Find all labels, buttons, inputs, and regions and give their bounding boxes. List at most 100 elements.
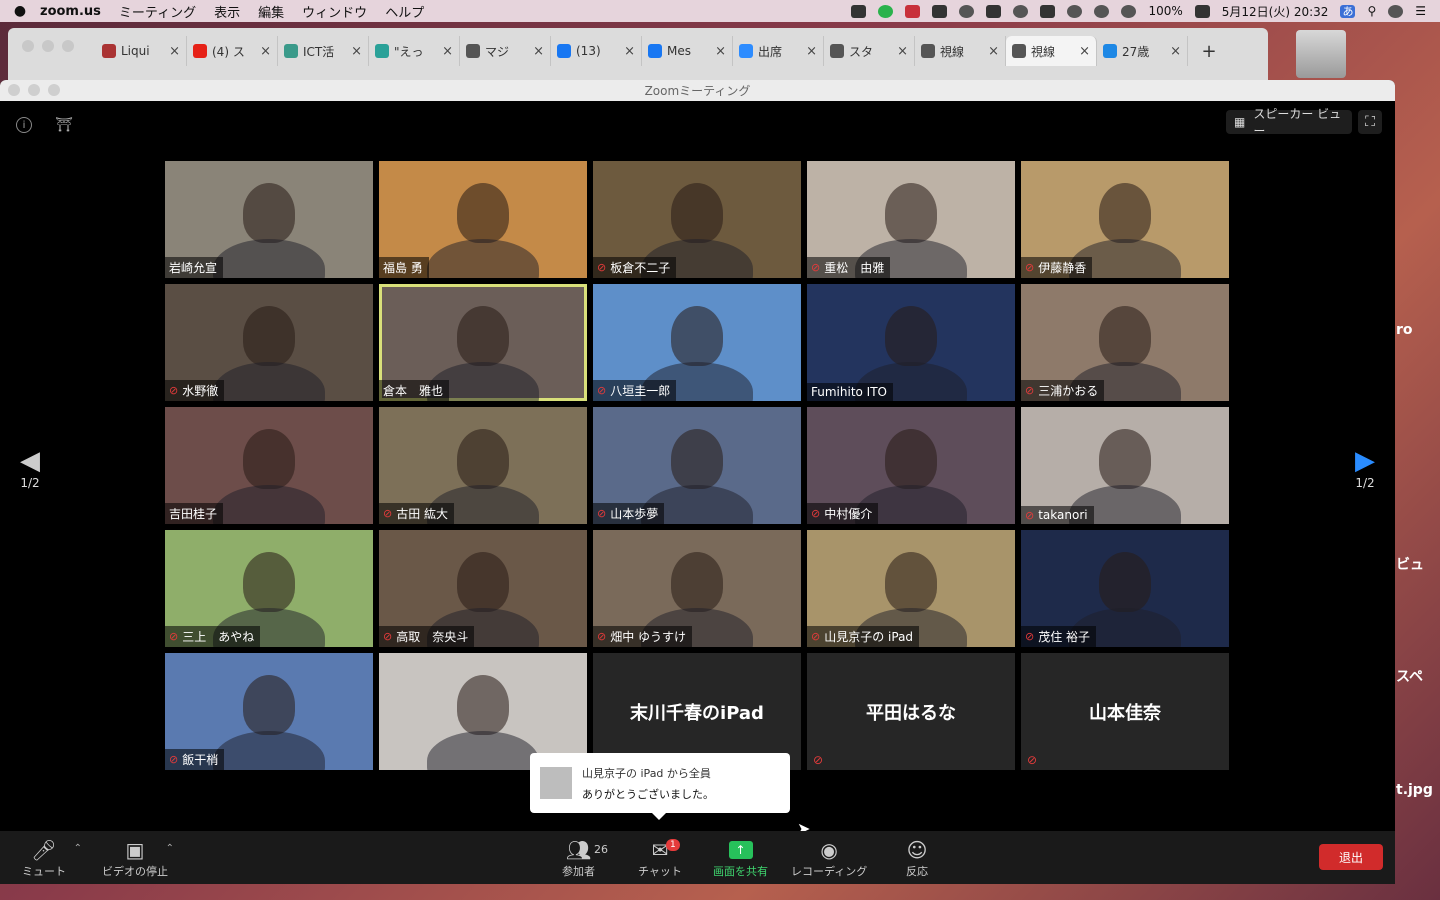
video-tile[interactable]: 山本佳奈 ⊘ bbox=[1021, 653, 1229, 770]
close-icon[interactable]: × bbox=[624, 44, 635, 59]
desktop-label[interactable]: ro bbox=[1396, 322, 1413, 338]
video-tile[interactable]: ⊘ 三上 あやね bbox=[165, 530, 373, 647]
speaker-view-button[interactable]: ▦ スピーカー ビュー bbox=[1226, 107, 1352, 138]
browser-tab[interactable]: 出席 × bbox=[733, 36, 824, 66]
close-icon[interactable]: × bbox=[806, 44, 817, 59]
browser-tab[interactable]: Mes × bbox=[642, 36, 733, 66]
video-tile[interactable]: ⊘ 飯干梢 bbox=[165, 653, 373, 770]
close-icon[interactable]: × bbox=[897, 44, 908, 59]
menu-meeting[interactable]: ミーティング bbox=[119, 2, 196, 21]
chat-button[interactable]: ✉ 1 チャット bbox=[638, 837, 682, 879]
spotlight-icon[interactable]: ⚲ bbox=[1367, 4, 1376, 18]
accessibility-icon[interactable] bbox=[1013, 4, 1029, 18]
camera-icon[interactable] bbox=[986, 4, 1002, 18]
battery-icon[interactable] bbox=[1194, 4, 1210, 18]
reactions-button[interactable]: ☺ 反応 bbox=[906, 837, 928, 879]
video-tile[interactable]: 福島 勇 bbox=[379, 161, 587, 278]
close-icon[interactable]: × bbox=[351, 44, 362, 59]
dropbox-icon[interactable] bbox=[932, 4, 948, 18]
video-tile[interactable]: ⊘ 重松 由雅 bbox=[807, 161, 1015, 278]
video-tile[interactable]: ⊘ 三浦かおる bbox=[1021, 284, 1229, 401]
battery-percent[interactable]: 100% bbox=[1148, 4, 1182, 18]
chevron-up-icon[interactable]: ⌃ bbox=[166, 843, 174, 854]
minimize-icon[interactable] bbox=[42, 40, 54, 52]
leave-meeting-button[interactable]: 退出 bbox=[1319, 844, 1383, 870]
close-icon[interactable]: × bbox=[260, 44, 271, 59]
airplay-icon[interactable] bbox=[1040, 4, 1056, 18]
close-icon[interactable]: × bbox=[715, 44, 726, 59]
video-tile[interactable]: ⊘ 水野徹 bbox=[165, 284, 373, 401]
time-machine-icon[interactable] bbox=[1067, 4, 1083, 18]
menu-help[interactable]: ヘルプ bbox=[385, 2, 424, 21]
video-tile[interactable]: ⊘ 八垣圭一郎 bbox=[593, 284, 801, 401]
participants-button[interactable]: 👥︎ 26 参加者 bbox=[562, 837, 608, 879]
video-tile[interactable]: 岩崎允宣 bbox=[165, 161, 373, 278]
desktop-label[interactable]: ビュ bbox=[1396, 554, 1424, 574]
close-icon[interactable]: × bbox=[988, 44, 999, 59]
minimize-icon[interactable] bbox=[28, 84, 40, 96]
chat-notification[interactable]: 山見京子の iPad から全員 ありがとうございました。 bbox=[530, 753, 790, 820]
video-tile[interactable]: ⊘ 中村優介 bbox=[807, 407, 1015, 524]
shield-icon[interactable]: ⛩ bbox=[52, 113, 76, 137]
video-tile[interactable]: ⊘ 高取 奈央斗 bbox=[379, 530, 587, 647]
info-icon[interactable]: i bbox=[16, 117, 32, 133]
browser-tab[interactable]: (13) × bbox=[551, 36, 642, 66]
desktop-label[interactable]: t.jpg bbox=[1396, 782, 1433, 798]
video-tile[interactable]: ⊘ takanori bbox=[1021, 407, 1229, 524]
wifi-icon[interactable] bbox=[1121, 4, 1137, 18]
browser-tab[interactable]: ICT活 × bbox=[278, 36, 369, 66]
input-method-icon[interactable]: あ bbox=[1340, 4, 1356, 18]
video-tile[interactable]: ⊘ 板倉不二子 bbox=[593, 161, 801, 278]
new-tab-button[interactable]: + bbox=[1194, 36, 1224, 66]
browser-tab[interactable]: "えっ × bbox=[369, 36, 460, 66]
bluetooth-icon[interactable] bbox=[1094, 4, 1110, 18]
brave-icon[interactable] bbox=[905, 4, 921, 18]
video-tile[interactable]: ⊘ 畑中 ゆうすけ bbox=[593, 530, 801, 647]
menu-view[interactable]: 表示 bbox=[214, 2, 240, 21]
zoom-status-icon[interactable] bbox=[851, 4, 867, 18]
browser-tab[interactable]: 視線 × bbox=[915, 36, 1006, 66]
siri-icon[interactable] bbox=[1388, 4, 1404, 18]
browser-tab[interactable]: Liqui × bbox=[96, 36, 187, 66]
browser-tab[interactable]: (4) ス × bbox=[187, 36, 278, 66]
close-icon[interactable] bbox=[22, 40, 34, 52]
menu-edit[interactable]: 編集 bbox=[258, 2, 284, 21]
user-status-icon[interactable] bbox=[959, 4, 975, 18]
close-icon[interactable]: × bbox=[1170, 44, 1181, 59]
chevron-up-icon[interactable]: ⌃ bbox=[74, 843, 82, 854]
maximize-icon[interactable] bbox=[62, 40, 74, 52]
fullscreen-icon[interactable]: ⛶ bbox=[1358, 110, 1382, 134]
record-button[interactable]: ◉ レコーディング bbox=[791, 837, 867, 879]
video-tile[interactable]: 吉田桂子 bbox=[165, 407, 373, 524]
video-tile[interactable]: Fumihito ITO bbox=[807, 284, 1015, 401]
close-icon[interactable]: × bbox=[533, 44, 544, 59]
video-tile[interactable]: ⊘ 山見京子の iPad bbox=[807, 530, 1015, 647]
close-icon[interactable]: × bbox=[169, 44, 180, 59]
browser-tab[interactable]: 27歳 × bbox=[1097, 36, 1188, 66]
apple-menu-icon[interactable]: ● bbox=[0, 3, 40, 19]
disk-icon[interactable] bbox=[1296, 30, 1346, 78]
notification-center-icon[interactable]: ☰ bbox=[1415, 4, 1426, 18]
menu-window[interactable]: ウィンドウ bbox=[302, 2, 367, 21]
close-icon[interactable] bbox=[8, 84, 20, 96]
browser-tab[interactable]: 視線 × bbox=[1006, 36, 1097, 66]
app-menu[interactable]: zoom.us bbox=[40, 4, 101, 19]
line-icon[interactable] bbox=[878, 4, 894, 18]
video-tile[interactable]: ⊘ 茂住 裕子 bbox=[1021, 530, 1229, 647]
share-screen-button[interactable]: ↑ 画面を共有 bbox=[713, 837, 768, 879]
video-tile[interactable]: ⊘ 山本歩夢 bbox=[593, 407, 801, 524]
close-icon[interactable]: × bbox=[442, 44, 453, 59]
mute-button[interactable]: 🎤︎ ミュート ⌃ bbox=[22, 837, 82, 879]
browser-tab[interactable]: マジ × bbox=[460, 36, 551, 66]
next-page-button[interactable]: ▶ 1/2 bbox=[1350, 446, 1380, 490]
close-icon[interactable]: × bbox=[1079, 44, 1090, 59]
browser-tab[interactable]: スタ × bbox=[824, 36, 915, 66]
video-tile[interactable]: 倉本 雅也 bbox=[379, 284, 587, 401]
maximize-icon[interactable] bbox=[48, 84, 60, 96]
video-tile[interactable]: ⊘ 伊藤静香 bbox=[1021, 161, 1229, 278]
desktop-label[interactable]: スペ bbox=[1396, 666, 1423, 686]
video-tile[interactable]: 平田はるな ⊘ bbox=[807, 653, 1015, 770]
clock[interactable]: 5月12日(火) 20:32 bbox=[1222, 3, 1329, 20]
stop-video-button[interactable]: ▣ ビデオの停止 ⌃ bbox=[102, 837, 174, 879]
video-tile[interactable]: ⊘ 古田 紘大 bbox=[379, 407, 587, 524]
